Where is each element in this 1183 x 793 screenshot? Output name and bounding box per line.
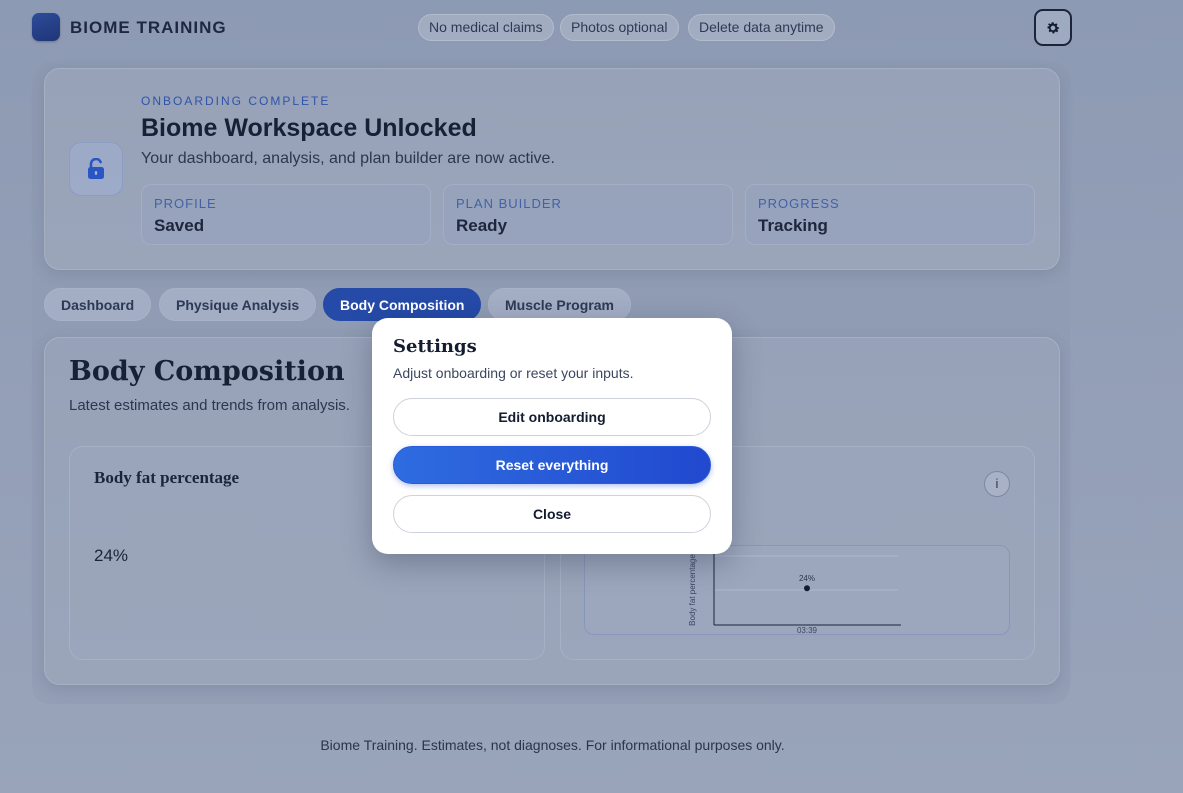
info-button[interactable]: i [984,471,1010,497]
hero-subtitle: Your dashboard, analysis, and plan build… [141,150,555,167]
stat-plan-builder: PLAN BUILDER Ready [443,184,733,245]
chip-delete-data: Delete data anytime [688,14,835,41]
tab-body-composition[interactable]: Body Composition [323,288,482,321]
stat-label: PLAN BUILDER [456,196,562,211]
top-bar: BIOME TRAINING No medical claims Photos … [0,0,1183,56]
tab-physique-analysis[interactable]: Physique Analysis [159,288,317,321]
stat-value: Ready [456,216,508,235]
modal-title: Settings [393,336,477,357]
chip-no-medical-claims: No medical claims [418,14,554,41]
stat-label: PROFILE [154,196,217,211]
trend-chart-svg: Body fat percentage 24% 03:39 [688,550,901,635]
brand-logo [32,13,60,41]
unlock-tile [69,142,123,196]
modal-subtitle: Adjust onboarding or reset your inputs. [393,365,634,381]
hero-title: Biome Workspace Unlocked [141,114,477,142]
stat-value: Saved [154,216,205,235]
section-subtitle: Latest estimates and trends from analysi… [69,397,350,414]
onboarding-eyebrow: ONBOARDING COMPLETE [141,94,331,108]
gear-icon [1047,21,1060,33]
stat-profile: PROFILE Saved [141,184,431,245]
body-fat-title: Body fat percentage [94,468,240,487]
section-title: Body Composition [69,356,345,387]
stat-progress: PROGRESS Tracking [745,184,1035,245]
close-button[interactable]: Close [393,495,711,533]
data-point [804,585,810,592]
tab-dashboard[interactable]: Dashboard [44,288,152,321]
data-label: 24% [799,574,815,583]
x-tick-label: 03:39 [797,626,818,635]
edit-onboarding-button[interactable]: Edit onboarding [393,398,711,436]
reset-everything-button[interactable]: Reset everything [393,446,711,484]
unlock-icon [88,158,104,179]
brand-name: BIOME TRAINING [70,18,227,37]
tab-muscle-program[interactable]: Muscle Program [488,288,631,321]
stat-value: Tracking [758,216,828,235]
trend-chart: Body fat percentage 24% 03:39 [584,545,1010,635]
y-axis-label: Body fat percentage [688,554,697,626]
footer-disclaimer: Biome Training. Estimates, not diagnoses… [320,737,785,753]
body-fat-value: 24% [94,546,129,565]
stat-label: PROGRESS [758,196,840,211]
chip-photos-optional: Photos optional [560,14,679,41]
settings-button[interactable] [1034,9,1072,46]
settings-modal: Settings Adjust onboarding or reset your… [372,318,732,554]
